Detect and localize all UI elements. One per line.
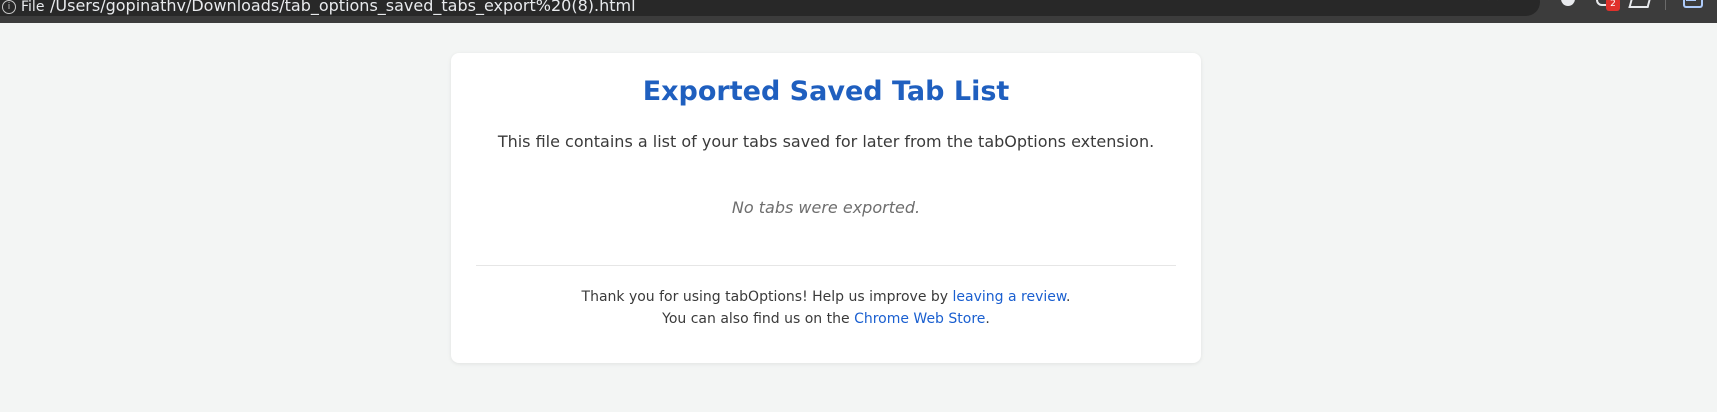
footer-text-2: You can also find us on the xyxy=(662,311,855,327)
page-description: This file contains a list of your tabs s… xyxy=(497,132,1155,151)
puzzle-icon[interactable]: 2 xyxy=(1596,0,1620,11)
toolbar-divider xyxy=(1665,0,1666,10)
info-icon: i xyxy=(2,0,16,14)
footer: Thank you for using tabOptions! Help us … xyxy=(451,286,1201,330)
star-icon[interactable]: ☆ xyxy=(1485,0,1501,4)
export-card: Exported Saved Tab List This file contai… xyxy=(451,53,1201,363)
extension-icon[interactable] xyxy=(1559,0,1577,8)
browser-toolbar: i File /Users/gopinathv/Downloads/tab_op… xyxy=(0,0,1717,23)
empty-state-message: No tabs were exported. xyxy=(731,198,921,217)
page-title: Exported Saved Tab List xyxy=(642,76,1010,107)
url-text[interactable]: /Users/gopinathv/Downloads/tab_options_s… xyxy=(50,0,636,16)
chrome-web-store-link[interactable]: Chrome Web Store xyxy=(854,311,985,327)
review-link[interactable]: leaving a review xyxy=(953,289,1067,305)
extension-badge: 2 xyxy=(1606,0,1620,11)
footer-line-2: You can also find us on the Chrome Web S… xyxy=(451,308,1201,330)
divider xyxy=(476,265,1176,266)
profile-icon[interactable] xyxy=(1683,0,1703,8)
share-icon[interactable] xyxy=(1628,0,1652,8)
file-label: File xyxy=(21,0,45,15)
footer-text-1: Thank you for using tabOptions! Help us … xyxy=(581,289,953,305)
footer-punct-1: . xyxy=(1066,289,1071,305)
footer-line-1: Thank you for using tabOptions! Help us … xyxy=(451,286,1201,308)
site-info-chip[interactable]: i File xyxy=(2,0,44,17)
footer-punct-2: . xyxy=(985,311,990,327)
address-bar[interactable]: i File /Users/gopinathv/Downloads/tab_op… xyxy=(0,0,1540,16)
